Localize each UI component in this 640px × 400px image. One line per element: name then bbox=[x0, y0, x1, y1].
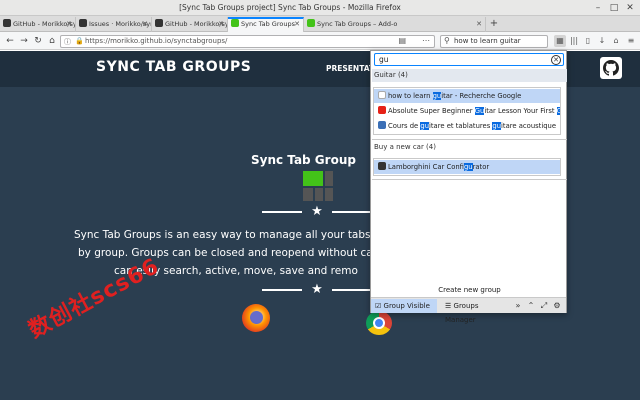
info-icon[interactable]: ⓘ bbox=[64, 37, 71, 47]
menu-icon[interactable]: ≡ bbox=[625, 35, 637, 47]
star-icon: ★ bbox=[311, 204, 323, 219]
divider-line bbox=[262, 289, 302, 291]
sync-tab-groups-icon bbox=[231, 19, 239, 27]
site-logo[interactable]: SYNC TAB GROUPS bbox=[96, 59, 251, 75]
browser-tab[interactable]: Sync Tab Groups – Add-o ✕ bbox=[304, 17, 486, 32]
guitar-site-icon bbox=[378, 121, 386, 129]
group-tabs-list: Lamborghini Car Configurator bbox=[373, 158, 561, 176]
home-toolbar-icon[interactable]: ⌂ bbox=[610, 35, 622, 47]
google-icon bbox=[378, 91, 386, 99]
popup-footer: ☑ Group Visible ☰ Groups Manager » ⌃ ⤢ ⚙ bbox=[371, 297, 566, 324]
window-title: [Sync Tab Groups project] Sync Tab Group… bbox=[179, 3, 401, 12]
divider-line bbox=[332, 289, 370, 291]
group-tab-item[interactable]: Absolute Super Beginner Guitar Lesson Yo… bbox=[374, 104, 560, 118]
group-tab-item[interactable]: how to learn guitar - Recherche Google bbox=[374, 89, 560, 103]
group-header-car[interactable]: Buy a new car (4) bbox=[372, 141, 567, 154]
expand-down-icon[interactable]: » bbox=[512, 299, 524, 313]
divider-line bbox=[262, 211, 302, 213]
watermark: 数创社scs66 bbox=[24, 253, 164, 344]
github-icon bbox=[155, 19, 163, 27]
sync-tab-groups-icon bbox=[307, 19, 315, 27]
tab-close-icon[interactable]: ✕ bbox=[218, 17, 224, 31]
youtube-icon bbox=[378, 106, 386, 114]
group-tab-item[interactable]: Cours de guitare et tablatures guitare a… bbox=[374, 119, 560, 133]
star-icon: ★ bbox=[311, 282, 323, 297]
search-bar[interactable]: ⚲ how to learn guitar bbox=[440, 35, 548, 48]
sync-tab-groups-popup: gu ✕ Guitar (4) how to learn guitar - Re… bbox=[370, 50, 568, 324]
search-icon: ⚲ bbox=[444, 36, 450, 45]
url-text[interactable]: https://morikko.github.io/synctabgroups/ bbox=[85, 37, 227, 45]
create-new-group-button[interactable]: Create new group bbox=[371, 284, 568, 296]
browser-tab[interactable]: GitHub - Morikko/sync-ta ✕ bbox=[0, 17, 76, 32]
forward-icon[interactable]: → bbox=[18, 35, 30, 47]
checkbox-icon: ☑ bbox=[375, 302, 382, 310]
description-line: by group. Groups can be closed and reope… bbox=[78, 247, 387, 259]
github-icon[interactable] bbox=[600, 57, 622, 79]
collapse-up-icon[interactable]: ⌃ bbox=[525, 299, 537, 313]
site-nav-presentation[interactable]: PRESENTAT bbox=[326, 64, 374, 73]
lock-icon[interactable]: 🔒 bbox=[75, 37, 84, 45]
browser-tab[interactable]: GitHub - Morikko/synctab ✕ bbox=[152, 17, 228, 32]
window-titlebar: [Sync Tab Groups project] Sync Tab Group… bbox=[0, 0, 640, 16]
popup-search-input[interactable]: gu ✕ bbox=[374, 53, 564, 66]
tab-close-icon[interactable]: ✕ bbox=[66, 17, 72, 31]
page-actions-icon[interactable]: ⋯ bbox=[422, 36, 430, 45]
group-visible-button[interactable]: ☑ Group Visible bbox=[371, 299, 437, 313]
clear-search-icon[interactable]: ✕ bbox=[551, 55, 561, 65]
list-icon: ☰ bbox=[445, 302, 452, 310]
download-icon[interactable]: ↓ bbox=[596, 35, 608, 47]
new-tab-button[interactable]: + bbox=[487, 16, 501, 32]
group-tab-item[interactable]: Lamborghini Car Configurator bbox=[374, 160, 560, 174]
tab-close-icon[interactable]: ✕ bbox=[142, 17, 148, 31]
browser-tab[interactable]: Issues · Morikko/sync-ta ✕ bbox=[76, 17, 152, 32]
library-icon[interactable]: ||| bbox=[568, 35, 580, 47]
github-icon bbox=[79, 19, 87, 27]
firefox-icon[interactable] bbox=[242, 304, 270, 332]
chrome-icon[interactable] bbox=[366, 311, 392, 335]
reload-icon[interactable]: ↻ bbox=[32, 35, 44, 47]
nav-bar: ← → ↻ ⌂ ⓘ 🔒 https://morikko.github.io/sy… bbox=[0, 32, 640, 50]
sidebar-icon[interactable]: ▯ bbox=[582, 35, 594, 47]
back-icon[interactable]: ← bbox=[4, 35, 16, 47]
divider-line bbox=[332, 211, 370, 213]
sync-tab-groups-toolbar-icon[interactable]: ▦ bbox=[554, 35, 566, 47]
lamborghini-icon bbox=[378, 162, 386, 170]
close-icon[interactable]: ✕ bbox=[624, 2, 636, 14]
tab-label: Sync Tab Groups bbox=[241, 20, 295, 28]
gear-icon[interactable]: ⚙ bbox=[551, 299, 563, 313]
tab-close-icon[interactable]: ✕ bbox=[476, 17, 482, 31]
group-header-guitar[interactable]: Guitar (4) bbox=[372, 69, 567, 82]
groups-manager-button[interactable]: ☰ Groups Manager bbox=[441, 299, 511, 324]
maximize-icon[interactable]: □ bbox=[608, 2, 620, 14]
tab-label: Sync Tab Groups – Add-o bbox=[317, 20, 398, 28]
sync-tab-groups-logo-icon bbox=[303, 171, 333, 201]
group-separator bbox=[372, 139, 567, 140]
group-tabs-list: how to learn guitar - Recherche Google A… bbox=[373, 87, 561, 135]
minimize-icon[interactable]: – bbox=[592, 2, 604, 14]
github-icon bbox=[3, 19, 11, 27]
search-input[interactable]: how to learn guitar bbox=[454, 37, 521, 45]
maximize-popup-icon[interactable]: ⤢ bbox=[538, 299, 550, 313]
tab-strip: GitHub - Morikko/sync-ta ✕ Issues · Mori… bbox=[0, 16, 640, 32]
reader-mode-icon[interactable]: ▤ bbox=[398, 36, 406, 45]
url-bar[interactable]: ⓘ 🔒 https://morikko.github.io/synctabgro… bbox=[60, 35, 435, 48]
popup-search-value[interactable]: gu bbox=[379, 55, 389, 64]
tab-close-icon[interactable]: ✕ bbox=[294, 19, 300, 30]
hero-title: Sync Tab Group bbox=[251, 153, 356, 167]
browser-tab-active[interactable]: Sync Tab Groups ✕ bbox=[228, 17, 304, 32]
group-separator bbox=[372, 179, 567, 180]
description-line: Sync Tab Groups is an easy way to manage… bbox=[74, 229, 389, 241]
home-icon[interactable]: ⌂ bbox=[46, 35, 58, 47]
